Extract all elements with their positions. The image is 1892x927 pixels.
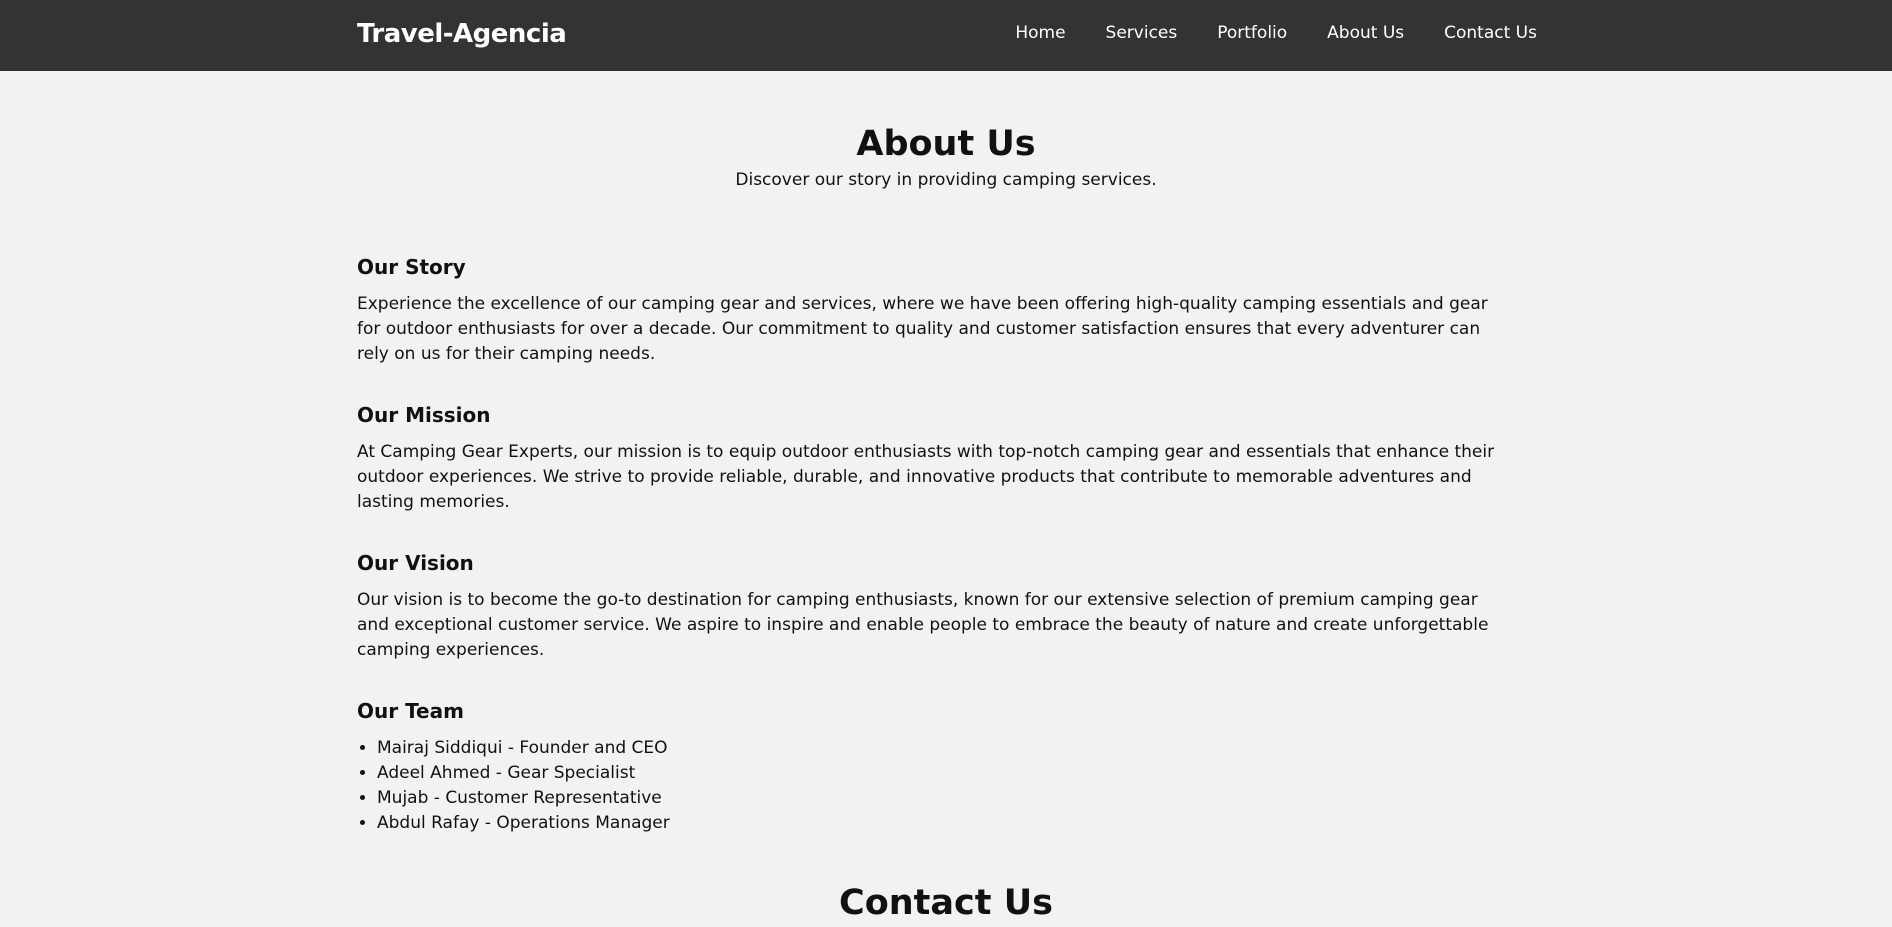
brand-logo[interactable]: Travel-Agencia xyxy=(357,17,567,51)
mission-title: Our Mission xyxy=(357,403,491,427)
about-content: Our Story Experience the excellence of o… xyxy=(357,252,1547,836)
story-section: Our Story Experience the excellence of o… xyxy=(357,252,1547,367)
team-section: Our Team Mairaj Siddiqui - Founder and C… xyxy=(357,696,1547,836)
nav-link-about-us[interactable]: About Us xyxy=(1327,23,1404,43)
page-title: About Us xyxy=(856,124,1036,164)
mission-text: At Camping Gear Experts, our mission is … xyxy=(357,442,1495,512)
nav-item-portfolio: Portfolio xyxy=(1217,21,1287,45)
contact-section-title: Contact Us xyxy=(839,883,1053,923)
team-member: Mujab - Customer Representative xyxy=(377,786,1547,811)
nav-item-about: About Us xyxy=(1327,21,1404,45)
nav-item-services: Services xyxy=(1106,21,1178,45)
team-member: Mairaj Siddiqui - Founder and CEO xyxy=(377,736,1547,761)
nav-item-home: Home xyxy=(1015,21,1065,45)
vision-title: Our Vision xyxy=(357,551,474,575)
story-text: Experience the excellence of our camping… xyxy=(357,294,1488,364)
vision-section: Our Vision Our vision is to become the g… xyxy=(357,548,1547,663)
team-title: Our Team xyxy=(357,699,464,723)
navbar: Travel-Agencia Home Services Portfolio A… xyxy=(0,0,1892,71)
team-member: Adeel Ahmed - Gear Specialist xyxy=(377,761,1547,786)
nav-link-services[interactable]: Services xyxy=(1106,23,1178,43)
nav-link-home[interactable]: Home xyxy=(1015,23,1065,43)
mission-section: Our Mission At Camping Gear Experts, our… xyxy=(357,400,1547,515)
team-list: Mairaj Siddiqui - Founder and CEO Adeel … xyxy=(357,736,1547,836)
nav-link-portfolio[interactable]: Portfolio xyxy=(1217,23,1287,43)
nav-link-contact-us[interactable]: Contact Us xyxy=(1444,23,1537,43)
nav-links: Home Services Portfolio About Us Contact… xyxy=(1015,21,1537,45)
team-member: Abdul Rafay - Operations Manager xyxy=(377,811,1547,836)
vision-text: Our vision is to become the go-to destin… xyxy=(357,590,1489,660)
nav-item-contact: Contact Us xyxy=(1444,21,1537,45)
page-subtitle: Discover our story in providing camping … xyxy=(735,170,1157,190)
story-title: Our Story xyxy=(357,255,466,279)
